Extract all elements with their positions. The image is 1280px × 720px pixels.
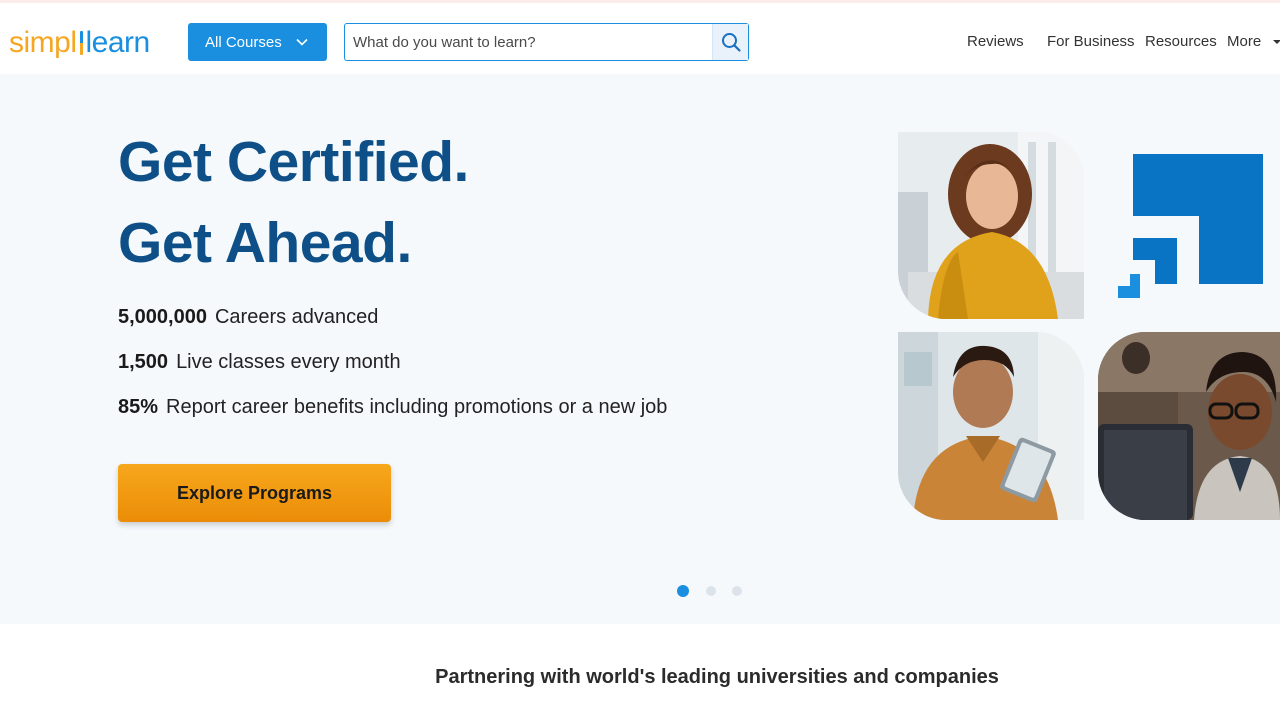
hero-photo-woman-yellow-sweater <box>898 132 1084 319</box>
logo-text-simpl: simpl <box>9 26 77 59</box>
stat-career-benefits: 85% Report career benefits including prom… <box>118 396 667 419</box>
nav-reviews-link[interactable]: Reviews <box>967 33 1024 50</box>
logo-text-learn: learn <box>85 26 151 59</box>
all-courses-button[interactable]: All Courses <box>188 23 327 61</box>
simplilearn-logo[interactable]: simpl learn <box>9 25 150 61</box>
search-button[interactable] <box>712 24 748 60</box>
partner-section-heading: Partnering with world's leading universi… <box>435 666 999 688</box>
stat-label: Report career benefits including promoti… <box>166 396 668 418</box>
stat-value: 85% <box>118 396 159 418</box>
site-header: simpl learn All Courses Reviews For Busi… <box>0 0 1280 74</box>
hero-photo-woman-at-computer <box>1098 332 1280 520</box>
carousel-dot-2[interactable] <box>706 586 716 596</box>
stat-label: Careers advanced <box>214 306 379 328</box>
search-box <box>344 23 749 61</box>
all-courses-label: All Courses <box>205 33 282 51</box>
search-icon <box>721 33 741 52</box>
brand-steps-graphic <box>1118 154 1263 298</box>
stat-value: 1,500 <box>118 351 169 373</box>
explore-programs-button[interactable]: Explore Programs <box>118 464 391 522</box>
nav-for-business-link[interactable]: For Business <box>1047 33 1135 50</box>
chevron-down-icon <box>296 38 308 46</box>
stat-label: Live classes every month <box>176 351 401 373</box>
nav-more-link[interactable]: More <box>1227 33 1261 50</box>
stat-careers-advanced: 5,000,000 Careers advanced <box>118 306 378 329</box>
hero-banner: Get Certified. Get Ahead. 5,000,000 Caree… <box>0 74 1280 624</box>
hero-headline-line1: Get Certified. <box>118 130 469 194</box>
carousel-dot-3[interactable] <box>732 586 742 596</box>
hero-photo-man-with-tablet <box>898 332 1084 520</box>
stat-live-classes: 1,500 Live classes every month <box>118 351 401 374</box>
logo-bar-mark <box>79 31 83 55</box>
explore-programs-label: Explore Programs <box>176 482 333 503</box>
stat-value: 5,000,000 <box>118 306 207 328</box>
search-input[interactable] <box>345 24 713 60</box>
carousel-dot-1[interactable] <box>677 585 689 597</box>
caret-down-icon <box>1273 40 1280 44</box>
nav-resources-link[interactable]: Resources <box>1145 33 1217 50</box>
hero-headline-line2: Get Ahead. <box>118 211 412 275</box>
